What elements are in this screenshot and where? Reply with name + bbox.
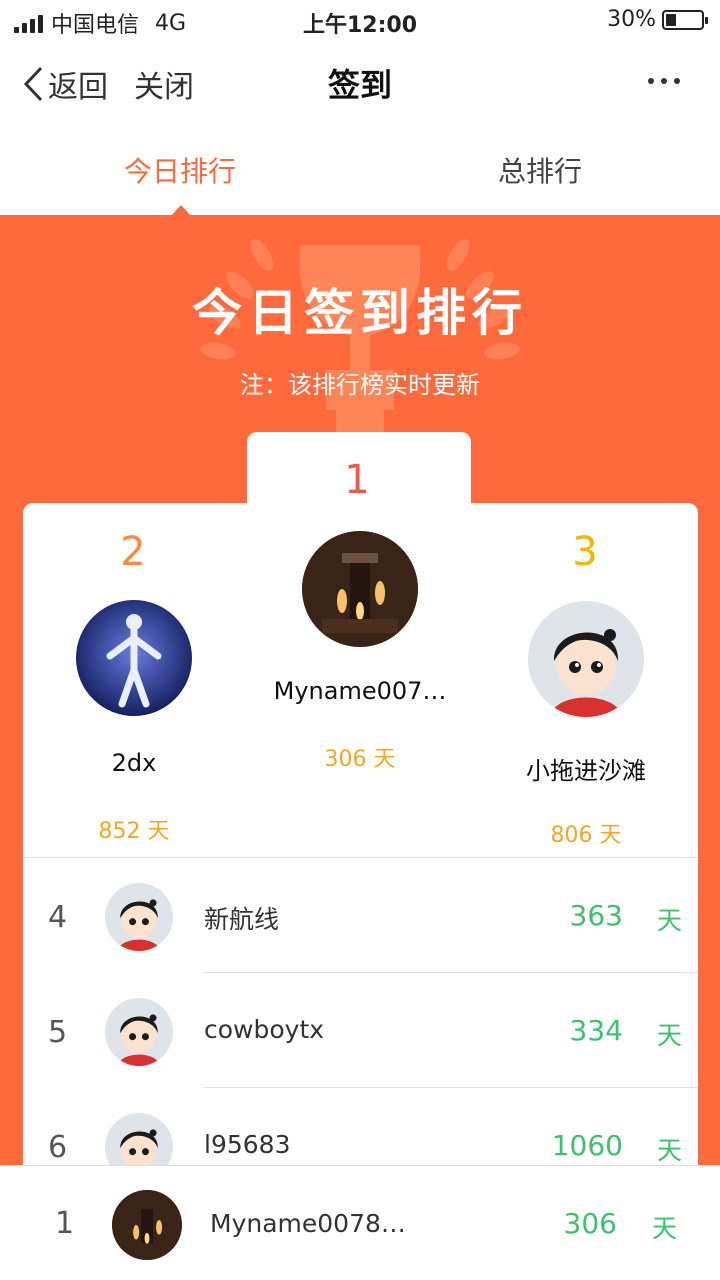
status-right: 30% — [607, 7, 708, 32]
podium-name-3: 小拖进沙滩 — [526, 757, 646, 785]
list-count: 334 — [569, 1014, 623, 1047]
banner-title: 今日签到排行 — [192, 284, 528, 342]
tab-today[interactable]: 今日排行 — [0, 150, 360, 190]
tab-bar: 今日排行 总排行 — [0, 124, 720, 217]
my-count: 306 — [563, 1207, 617, 1240]
banner-note: 注：该排行榜实时更新 — [240, 371, 480, 399]
rank-1-number: 1 — [344, 457, 370, 503]
podium-days-2: 852 天 — [98, 819, 170, 844]
ranking-card: 1 Myname007… 306 天 2 2dx 852 天 3 小拖进沙滩 8… — [23, 457, 698, 1203]
list-count: 363 — [569, 899, 623, 932]
tab-total[interactable]: 总排行 — [360, 150, 720, 190]
my-rank: 1 — [55, 1206, 75, 1241]
list-rank: 6 — [48, 1130, 68, 1165]
list-count: 1060 — [551, 1129, 623, 1162]
my-rank-bar[interactable]: 1 Myname0078… 306 天 — [0, 1165, 720, 1280]
avatar[interactable] — [528, 601, 644, 717]
avatar — [105, 883, 173, 951]
list-unit: 天 — [657, 1021, 683, 1050]
list-unit: 天 — [657, 906, 683, 935]
row-divider — [204, 972, 698, 973]
my-unit: 天 — [652, 1214, 678, 1243]
podium-days-1: 306 天 — [324, 747, 396, 772]
status-bar: 中国电信 4G 上午12:00 30% — [0, 0, 720, 40]
list-name: cowboytx — [204, 1015, 325, 1044]
battery-percent: 30% — [607, 7, 656, 32]
my-name: Myname0078… — [210, 1209, 406, 1238]
more-dots-icon[interactable] — [648, 78, 680, 84]
podium-divider — [23, 857, 698, 858]
avatar — [112, 1190, 182, 1260]
podium-name-1: Myname007… — [273, 677, 447, 705]
rank-2-number: 2 — [120, 529, 146, 575]
avatar[interactable] — [302, 531, 418, 647]
row-divider — [204, 1087, 698, 1088]
list-name: l95683 — [204, 1130, 291, 1159]
nav-bar: 返回 关闭 签到 — [0, 40, 720, 124]
avatar — [105, 998, 173, 1066]
list-name: 新航线 — [204, 905, 280, 934]
list-rank: 4 — [48, 900, 68, 935]
podium-days-3: 806 天 — [550, 823, 622, 848]
rank-3-number: 3 — [572, 529, 598, 575]
list-unit: 天 — [657, 1136, 683, 1165]
page-title: 签到 — [327, 66, 392, 104]
podium-name-2: 2dx — [111, 749, 157, 777]
battery-icon — [662, 9, 708, 30]
list-rank: 5 — [48, 1015, 68, 1050]
avatar[interactable] — [76, 600, 192, 716]
battery-fill — [666, 13, 676, 26]
